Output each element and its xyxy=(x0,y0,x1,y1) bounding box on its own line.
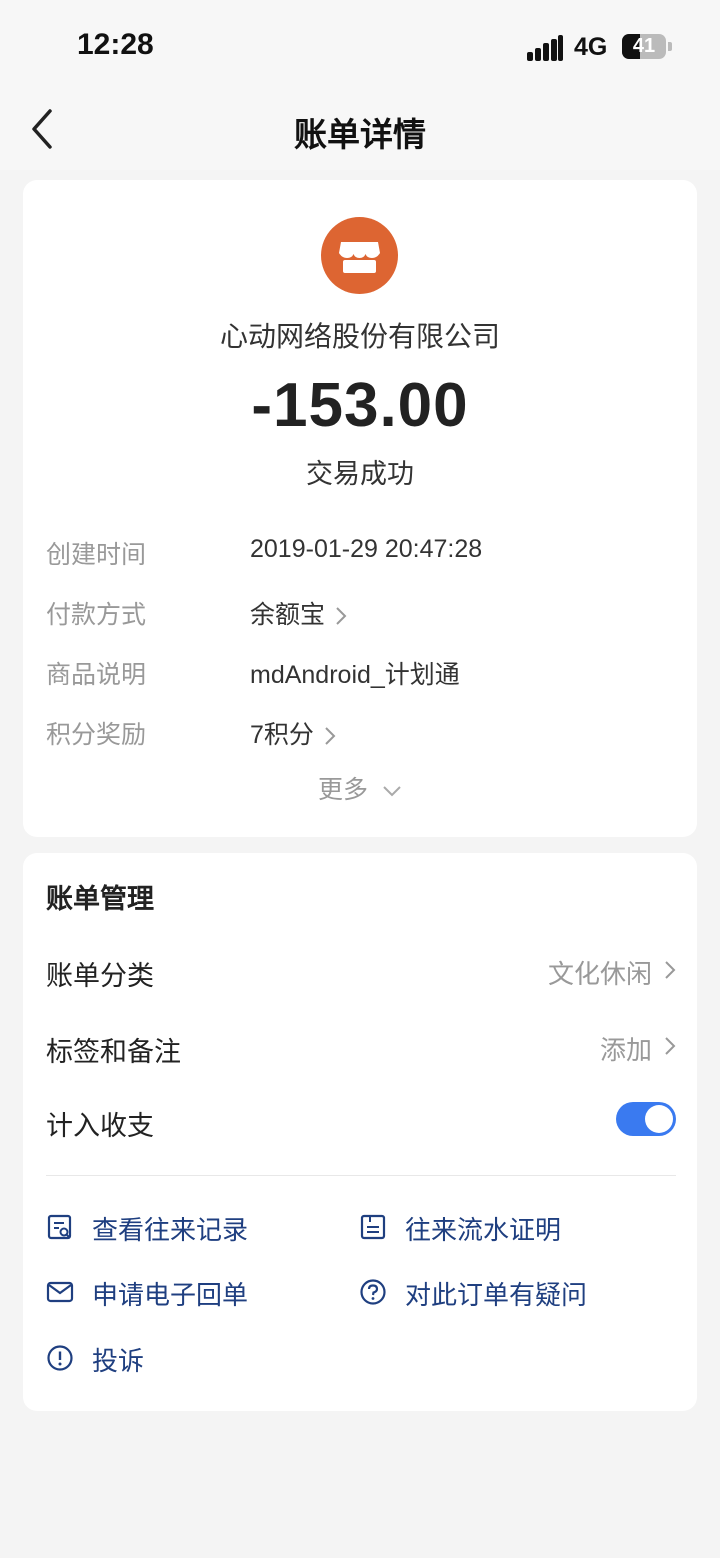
transaction-summary-card: 心动网络股份有限公司 -153.00 交易成功 创建时间 2019-01-29 … xyxy=(23,180,697,837)
detail-label: 商品说明 xyxy=(46,660,147,689)
detail-value: mdAndroid_计划通 xyxy=(250,661,460,689)
exclamation-circle-icon xyxy=(47,1345,73,1371)
detail-value: 2019-01-29 20:47:28 xyxy=(250,535,483,563)
category-value: 文化休闲 xyxy=(547,960,652,990)
nav-bar: 账单详情 xyxy=(0,90,720,170)
document-list-icon xyxy=(360,1214,386,1240)
signal-icon xyxy=(527,35,563,61)
more-button[interactable]: 更多 xyxy=(23,770,697,806)
more-label: 更多 xyxy=(318,775,369,804)
detail-row-points-reward[interactable]: 积分奖励 7积分 xyxy=(46,715,676,755)
battery-icon: 41 xyxy=(622,34,666,59)
row-label: 标签和备注 xyxy=(46,1037,181,1068)
payment-method-link[interactable]: 余额宝 xyxy=(250,595,347,631)
link-label: 对此订单有疑问 xyxy=(405,1281,588,1311)
link-label: 投诉 xyxy=(92,1347,145,1377)
question-circle-icon xyxy=(360,1279,386,1305)
chevron-right-icon xyxy=(665,961,676,979)
network-type: 4G xyxy=(574,33,608,61)
detail-label: 创建时间 xyxy=(46,540,147,569)
link-label: 查看往来记录 xyxy=(92,1216,249,1246)
tags-value: 添加 xyxy=(599,1036,652,1066)
battery-tip xyxy=(668,42,672,51)
detail-row-created-time: 创建时间 2019-01-29 20:47:28 xyxy=(46,535,676,575)
toggle-knob xyxy=(645,1105,673,1133)
detail-value: 7积分 xyxy=(250,721,314,749)
transaction-status: 交易成功 xyxy=(306,459,414,490)
document-search-icon xyxy=(47,1214,72,1240)
envelope-icon xyxy=(46,1281,74,1303)
chevron-right-icon xyxy=(325,727,336,746)
merchant-name: 心动网络股份有限公司 xyxy=(219,320,500,353)
link-label: 往来流水证明 xyxy=(405,1216,562,1246)
chevron-right-icon xyxy=(665,1037,676,1055)
points-link[interactable]: 7积分 xyxy=(250,715,336,751)
page-title: 账单详情 xyxy=(294,115,426,154)
detail-value: 余额宝 xyxy=(250,601,326,629)
detail-label: 积分奖励 xyxy=(46,720,147,749)
status-bar: 12:28 4G 41 xyxy=(0,0,720,90)
include-in-budget-row: 计入收支 xyxy=(46,1102,676,1144)
divider xyxy=(46,1175,676,1176)
chevron-down-icon xyxy=(383,786,401,797)
include-in-budget-toggle[interactable] xyxy=(616,1102,676,1136)
store-icon xyxy=(321,217,398,294)
chevron-right-icon xyxy=(336,607,347,626)
row-label: 账单分类 xyxy=(46,961,154,992)
bill-management-card: 账单管理 账单分类 文化休闲 标签和备注 添加 计入收支 查看往来记录 往来流水… xyxy=(23,853,697,1411)
status-time: 12:28 xyxy=(77,28,154,61)
link-label: 申请电子回单 xyxy=(92,1281,249,1311)
battery-level: 41 xyxy=(632,35,656,57)
detail-row-product-description: 商品说明 mdAndroid_计划通 xyxy=(46,655,676,695)
bill-category-row[interactable]: 账单分类 文化休闲 xyxy=(46,954,676,994)
section-title: 账单管理 xyxy=(46,884,154,915)
row-label: 计入收支 xyxy=(46,1111,154,1142)
detail-label: 付款方式 xyxy=(46,600,147,629)
tags-notes-row[interactable]: 标签和备注 添加 xyxy=(46,1030,676,1070)
transaction-amount: -153.00 xyxy=(251,371,469,440)
detail-row-payment-method[interactable]: 付款方式 余额宝 xyxy=(46,595,676,635)
